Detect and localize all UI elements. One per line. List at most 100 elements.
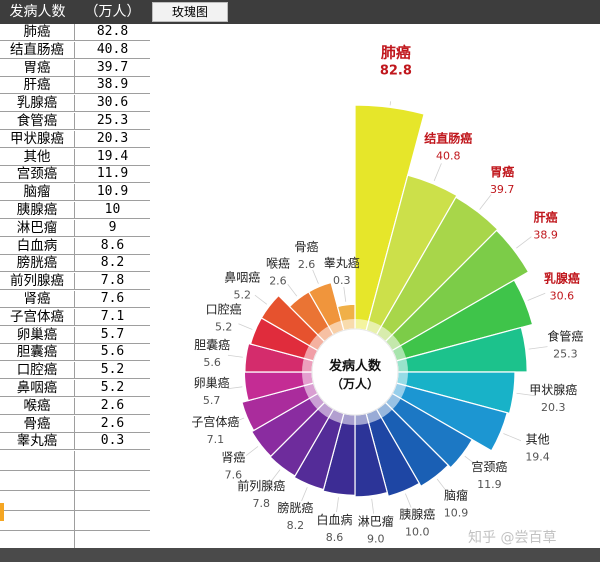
rose-label-name: 胆囊癌 (194, 337, 230, 352)
cell-incidence-value[interactable]: 19.4 (75, 149, 150, 166)
table-row[interactable]: 子宫体癌 7.1 (0, 308, 150, 326)
cell-cancer-name[interactable]: 胰腺癌 (0, 202, 75, 219)
rose-label-value: 25.3 (553, 347, 578, 360)
table-row[interactable]: 白血病 8.6 (0, 237, 150, 255)
table-row[interactable]: 肝癌 38.9 (0, 77, 150, 95)
leader-line-shadow (245, 446, 259, 456)
column-header-value[interactable]: （万人） (75, 0, 150, 24)
cell-cancer-name[interactable]: 前列腺癌 (0, 273, 75, 291)
rose-label-name: 结直肠癌 (424, 131, 472, 146)
table-row[interactable]: 淋巴瘤 9 (0, 219, 150, 237)
cell-cancer-name[interactable]: 睾丸癌 (0, 433, 75, 451)
rose-label-value: 9.0 (367, 533, 385, 546)
table-row[interactable]: 卵巢癌 5.7 (0, 326, 150, 344)
cell-incidence-value[interactable]: 9 (75, 220, 150, 237)
cell-incidence-value[interactable]: 20.3 (75, 131, 150, 148)
cell-incidence-value[interactable]: 8.2 (75, 255, 150, 272)
cell-cancer-name[interactable]: 膀胱癌 (0, 255, 75, 273)
table-row[interactable]: 肺癌 82.8 (0, 24, 150, 41)
table-row[interactable]: 睾丸癌 0.3 (0, 433, 150, 451)
table-row[interactable]: 食管癌 25.3 (0, 113, 150, 130)
table-row[interactable]: 胃癌 39.7 (0, 59, 150, 77)
cell-cancer-name[interactable]: 白血病 (0, 237, 75, 255)
rose-label-value: 2.6 (298, 258, 316, 271)
column-header-name[interactable]: 发病人数 (0, 0, 75, 24)
cell-incidence-value[interactable]: 39.7 (75, 60, 150, 77)
cell-incidence-value[interactable]: 7.8 (75, 273, 150, 290)
cell-incidence-value[interactable]: 30.6 (75, 95, 150, 112)
cell-incidence-value[interactable]: 10 (75, 202, 150, 219)
cell-cancer-name[interactable]: 口腔癌 (0, 362, 75, 380)
cell-incidence-value[interactable]: 7.6 (75, 291, 150, 308)
empty-row[interactable] (0, 451, 150, 471)
cell-cancer-name[interactable]: 胃癌 (0, 59, 75, 77)
rose-chart-tab[interactable]: 玫瑰图 (152, 2, 228, 22)
cell-incidence-value[interactable]: 82.8 (75, 24, 150, 41)
leader-line-shadow (405, 493, 412, 508)
cell-incidence-value[interactable]: 5.6 (75, 344, 150, 361)
empty-row[interactable] (0, 511, 150, 531)
cell-incidence-value[interactable]: 2.6 (75, 416, 150, 433)
cell-incidence-value[interactable]: 10.9 (75, 184, 150, 201)
table-row[interactable]: 膀胱癌 8.2 (0, 255, 150, 273)
table-row[interactable]: 结直肠癌 40.8 (0, 41, 150, 59)
table-row[interactable]: 脑瘤 10.9 (0, 184, 150, 202)
cell-incidence-value[interactable]: 25.3 (75, 113, 150, 130)
cell-incidence-value[interactable]: 5.2 (75, 380, 150, 397)
rose-label-value: 11.9 (477, 478, 502, 491)
rose-label-value: 0.3 (333, 274, 351, 287)
table-row[interactable]: 乳腺癌 30.6 (0, 95, 150, 113)
table-row[interactable]: 宫颈癌 11.9 (0, 166, 150, 184)
table-row[interactable]: 口腔癌 5.2 (0, 362, 150, 380)
rose-label-value: 7.8 (252, 497, 269, 510)
cell-cancer-name[interactable]: 喉癌 (0, 397, 75, 415)
empty-row[interactable] (0, 491, 150, 511)
cell-cancer-name[interactable]: 结直肠癌 (0, 41, 75, 59)
cell-incidence-value[interactable]: 2.6 (75, 398, 150, 415)
cell-incidence-value[interactable]: 5.2 (75, 362, 150, 379)
cell-cancer-name[interactable]: 骨癌 (0, 415, 75, 433)
cell-cancer-name[interactable]: 食管癌 (0, 113, 75, 130)
table-row[interactable]: 前列腺癌 7.8 (0, 273, 150, 291)
cell-incidence-value[interactable]: 38.9 (75, 77, 150, 94)
leader-line-shadow (528, 346, 548, 350)
table-row[interactable]: 喉癌 2.6 (0, 397, 150, 415)
rose-label-value: 8.6 (326, 531, 344, 544)
leader-line-shadow (312, 269, 319, 284)
empty-row[interactable] (0, 471, 150, 491)
cell-cancer-name[interactable]: 宫颈癌 (0, 166, 75, 184)
rose-chart: 肺癌 82.8 结直肠癌 40.8 胃癌 39.7 肝癌 38.9 乳腺癌 30.6 食管癌 25.3… (150, 24, 600, 548)
cell-cancer-name[interactable]: 肝癌 (0, 77, 75, 95)
leader-line-shadow (479, 194, 492, 210)
cell-cancer-name[interactable]: 卵巢癌 (0, 326, 75, 344)
table-row[interactable]: 其他 19.4 (0, 148, 150, 166)
cell-cancer-name[interactable]: 肺癌 (0, 24, 75, 41)
cell-incidence-value[interactable]: 0.3 (75, 433, 150, 450)
table-row[interactable]: 胆囊癌 5.6 (0, 344, 150, 362)
cell-cancer-name[interactable]: 子宫体癌 (0, 308, 75, 326)
table-row[interactable]: 甲状腺癌 20.3 (0, 130, 150, 148)
rose-label-name: 甲状腺癌 (529, 382, 577, 397)
cell-cancer-name[interactable]: 乳腺癌 (0, 95, 75, 113)
table-row[interactable]: 鼻咽癌 5.2 (0, 380, 150, 397)
leader-line-shadow (238, 323, 253, 330)
cell-incidence-value[interactable]: 40.8 (75, 42, 150, 59)
table-row[interactable]: 肾癌 7.6 (0, 291, 150, 308)
cell-cancer-name[interactable]: 甲状腺癌 (0, 130, 75, 148)
rose-label-value: 82.8 (380, 64, 412, 79)
table-row[interactable]: 胰腺癌 10 (0, 202, 150, 219)
cell-cancer-name[interactable]: 淋巴瘤 (0, 219, 75, 237)
cell-incidence-value[interactable]: 11.9 (75, 166, 150, 183)
cell-cancer-name[interactable]: 胆囊癌 (0, 344, 75, 362)
center-label-title: 发病人数 (328, 358, 382, 374)
cell-incidence-value[interactable]: 5.7 (75, 327, 150, 344)
table-row[interactable]: 骨癌 2.6 (0, 415, 150, 433)
rose-label-value: 38.9 (533, 229, 558, 242)
cell-cancer-name[interactable]: 肾癌 (0, 291, 75, 308)
cell-incidence-value[interactable]: 8.6 (75, 238, 150, 255)
rose-label-name: 睾丸癌 (324, 255, 360, 270)
cell-cancer-name[interactable]: 鼻咽癌 (0, 380, 75, 397)
cell-cancer-name[interactable]: 其他 (0, 148, 75, 166)
cell-cancer-name[interactable]: 脑瘤 (0, 184, 75, 202)
cell-incidence-value[interactable]: 7.1 (75, 309, 150, 326)
